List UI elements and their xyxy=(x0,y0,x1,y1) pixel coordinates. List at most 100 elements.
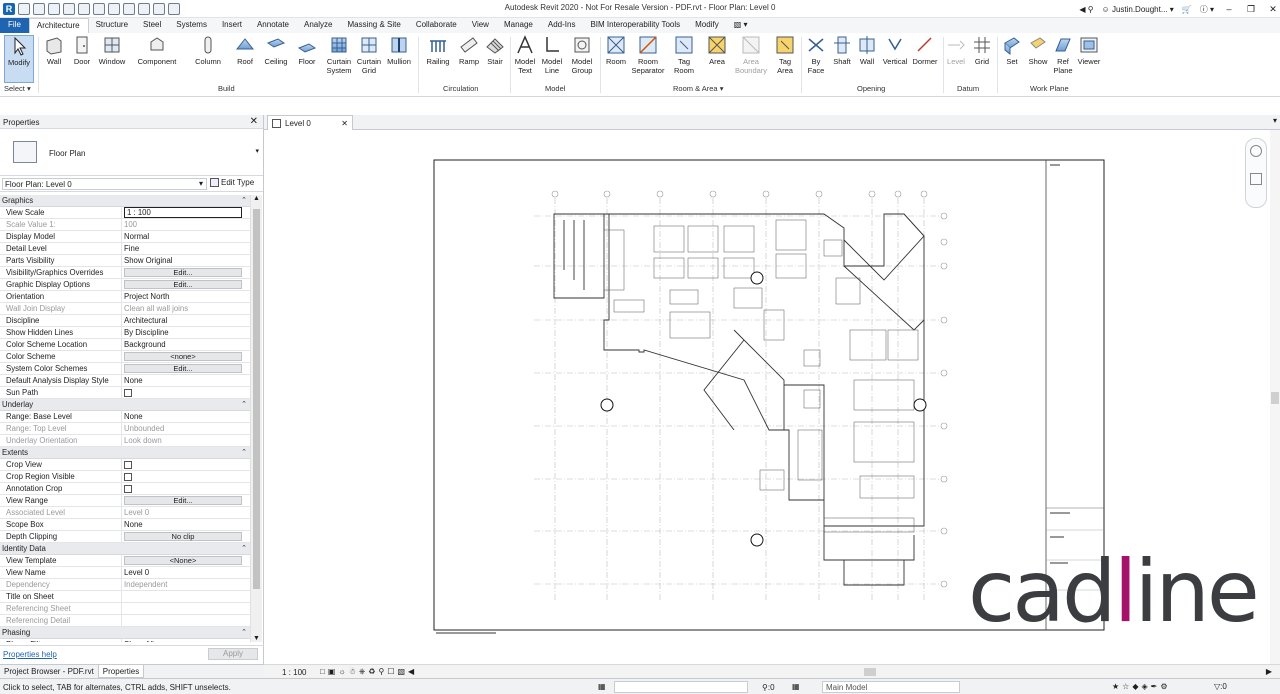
scrollbar-thumb[interactable] xyxy=(1271,392,1279,404)
door-button[interactable]: Door xyxy=(70,35,94,83)
property-value-cell[interactable]: Show Original xyxy=(122,255,250,266)
help-icon[interactable]: ⓘ ▾ xyxy=(1200,4,1214,15)
model-line-button[interactable]: Model Line xyxy=(539,35,565,83)
property-edit-button[interactable]: <none> xyxy=(124,352,242,361)
wall-button[interactable]: Wall xyxy=(42,35,66,83)
property-checkbox[interactable] xyxy=(124,485,132,493)
properties-scrollbar[interactable]: ▲ ▼ xyxy=(250,195,262,642)
instance-dropdown[interactable]: Floor Plan: Level 0 ▾ xyxy=(2,178,207,190)
canvas-scrollbar[interactable] xyxy=(1270,130,1280,664)
ceiling-button[interactable]: Ceiling xyxy=(261,35,291,83)
shaft-button[interactable]: Shaft xyxy=(829,35,855,83)
tab-properties[interactable]: Properties xyxy=(97,665,145,678)
property-value-cell[interactable] xyxy=(122,591,250,602)
property-value-cell[interactable]: By Discipline xyxy=(122,327,250,338)
tab-modify[interactable]: Modify xyxy=(688,18,727,33)
property-value-cell[interactable] xyxy=(122,387,250,398)
restore-button[interactable]: ❐ xyxy=(1244,4,1258,15)
mullion-button[interactable]: Mullion xyxy=(384,35,414,83)
roof-button[interactable]: Roof xyxy=(233,35,257,83)
design-option-dropdown[interactable]: Main Model xyxy=(822,681,960,693)
tab-level-0[interactable]: Level 0 ✕ xyxy=(267,115,353,130)
tab-insert[interactable]: Insert xyxy=(215,18,250,33)
ribbon-options-icon[interactable]: ▧ ▾ xyxy=(727,18,756,33)
property-edit-button[interactable]: Edit... xyxy=(124,280,242,289)
property-value-cell[interactable]: None xyxy=(122,411,250,422)
scroll-down-icon[interactable]: ▼ xyxy=(253,635,260,642)
search-icon[interactable]: ◀ ⚲ xyxy=(1079,5,1093,14)
view-scale[interactable]: 1 : 100 xyxy=(282,668,306,677)
model-group-button[interactable]: Model Group xyxy=(568,35,596,83)
property-value-cell[interactable]: Edit... xyxy=(122,363,250,374)
component-button[interactable]: Component xyxy=(135,35,179,83)
property-edit-button[interactable]: No clip xyxy=(124,532,242,541)
workset-dropdown[interactable] xyxy=(614,681,748,693)
collapse-icon[interactable]: ⌃ xyxy=(241,195,247,206)
selection-toggle-icons[interactable]: ★☆◆◈✒⚙ xyxy=(1112,682,1171,691)
model-text-button[interactable]: Model Text xyxy=(512,35,538,83)
tag-area-button[interactable]: Tag Area xyxy=(772,35,798,83)
zoom-icon[interactable] xyxy=(1250,173,1262,185)
filter-icon[interactable]: ▽:0 xyxy=(1214,682,1227,691)
wall-opening-button[interactable]: Wall xyxy=(856,35,878,83)
property-value-cell[interactable]: Level 0 xyxy=(122,567,250,578)
section-phasing[interactable]: Phasing ⌃ xyxy=(0,627,250,639)
tab-bim-interoperability[interactable]: BIM Interoperability Tools xyxy=(583,18,688,33)
viewer-button[interactable]: Viewer xyxy=(1075,35,1103,83)
property-value-cell[interactable]: 1 : 100 xyxy=(122,207,250,218)
tab-collaborate[interactable]: Collaborate xyxy=(409,18,465,33)
ref-plane-button[interactable]: Ref Plane xyxy=(1051,35,1075,83)
by-face-button[interactable]: By Face xyxy=(804,35,828,83)
property-value-cell[interactable] xyxy=(122,459,250,470)
tab-add-ins[interactable]: Add-Ins xyxy=(541,18,584,33)
steering-wheel-icon[interactable] xyxy=(1250,145,1262,157)
property-checkbox[interactable] xyxy=(124,461,132,469)
show-button[interactable]: Show xyxy=(1025,35,1051,83)
property-value-cell[interactable] xyxy=(122,483,250,494)
cart-icon[interactable]: 🛒 xyxy=(1182,5,1192,14)
ramp-button[interactable]: Ramp xyxy=(456,35,482,83)
property-value-cell[interactable]: Architectural xyxy=(122,315,250,326)
stair-button[interactable]: Stair xyxy=(483,35,507,83)
property-value-cell[interactable]: Fine xyxy=(122,243,250,254)
scroll-up-icon[interactable]: ▲ xyxy=(253,195,260,202)
group-room-area[interactable]: Room & Area ▾ xyxy=(673,84,723,93)
drawing-canvas[interactable]: cadline xyxy=(264,130,1270,664)
tab-view[interactable]: View xyxy=(465,18,497,33)
property-input[interactable]: 1 : 100 xyxy=(124,207,242,218)
section-extents[interactable]: Extents ⌃ xyxy=(0,447,250,459)
tab-menu-icon[interactable]: ▾ xyxy=(1273,116,1277,125)
property-edit-button[interactable]: Edit... xyxy=(124,268,242,277)
property-value-cell[interactable]: No clip xyxy=(122,531,250,542)
close-button[interactable]: ✕ xyxy=(1266,4,1280,15)
collapse-icon[interactable]: ⌃ xyxy=(241,447,247,458)
property-value-cell[interactable]: <None> xyxy=(122,555,250,566)
property-value-cell[interactable]: None xyxy=(122,375,250,386)
scrollbar-thumb[interactable] xyxy=(253,209,260,589)
property-value-cell[interactable]: Normal xyxy=(122,231,250,242)
level-button[interactable]: Level xyxy=(944,35,968,83)
property-value-cell[interactable]: Edit... xyxy=(122,495,250,506)
section-identity[interactable]: Identity Data ⌃ xyxy=(0,543,250,555)
railing-button[interactable]: Railing xyxy=(424,35,452,83)
horizontal-scroll-thumb[interactable] xyxy=(864,668,876,676)
set-button[interactable]: Set xyxy=(1000,35,1024,83)
apply-button[interactable]: Apply xyxy=(208,648,258,660)
group-select[interactable]: Select ▾ xyxy=(4,84,31,93)
property-value-cell[interactable]: Edit... xyxy=(122,267,250,278)
property-value-cell[interactable]: Background xyxy=(122,339,250,350)
tab-annotate[interactable]: Annotate xyxy=(250,18,297,33)
tag-room-button[interactable]: Tag Room xyxy=(671,35,697,83)
collapse-icon[interactable]: ⌃ xyxy=(241,627,247,638)
collapse-icon[interactable]: ⌃ xyxy=(241,543,247,554)
view-control-icons[interactable]: □▣☼☃⎈♻⚲☐▧◀ xyxy=(320,667,417,677)
property-value-cell[interactable] xyxy=(122,471,250,482)
scroll-right-icon[interactable]: ▶ xyxy=(1266,667,1272,676)
property-edit-button[interactable]: Edit... xyxy=(124,364,242,373)
property-value-cell[interactable]: Show All xyxy=(122,639,250,642)
room-separator-button[interactable]: Room Separator xyxy=(630,35,666,83)
property-value-cell[interactable]: Edit... xyxy=(122,279,250,290)
curtain-system-button[interactable]: Curtain System xyxy=(323,35,355,83)
section-graphics[interactable]: Graphics ⌃ xyxy=(0,195,250,207)
area-boundary-button[interactable]: Area Boundary xyxy=(731,35,771,83)
